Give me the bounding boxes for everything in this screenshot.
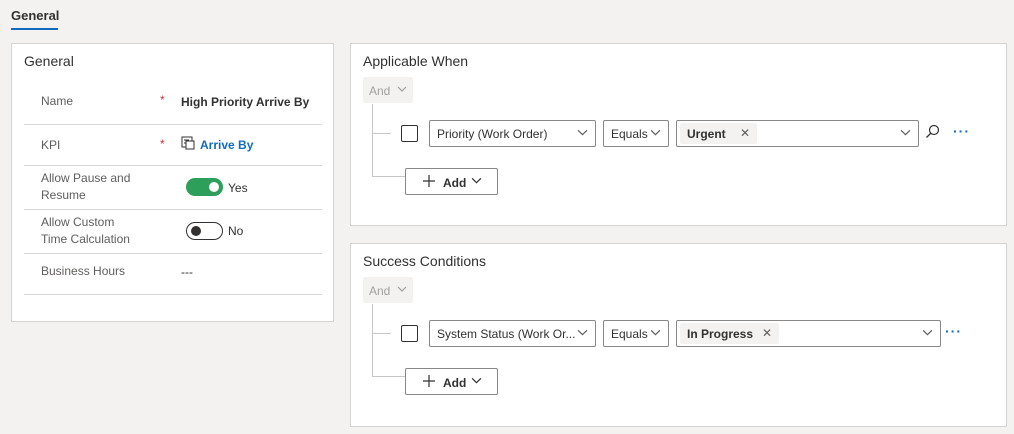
more-options-icon[interactable]: ··· — [945, 323, 962, 339]
chevron-down-icon — [650, 127, 661, 141]
field-select[interactable]: Priority (Work Order) — [429, 120, 596, 147]
tree-connector — [372, 133, 391, 134]
field-row-name: Name * High Priority Arrive By — [24, 80, 322, 125]
tree-connector — [372, 376, 405, 377]
plus-icon — [422, 374, 436, 391]
chevron-down-icon[interactable] — [900, 127, 911, 141]
tree-connector — [372, 304, 373, 376]
chevron-down-icon — [650, 327, 661, 341]
success-conditions-panel: Success Conditions And System Status (Wo… — [350, 243, 1007, 427]
field-select[interactable]: System Status (Work Or... — [429, 320, 596, 347]
business-hours-label: Business Hours — [41, 264, 126, 278]
allow-pause-label: Allow Pause and Resume — [41, 171, 131, 202]
name-label: Name — [41, 94, 74, 108]
applicable-when-title: Applicable When — [363, 53, 469, 69]
field-select-value: Priority (Work Order) — [437, 127, 548, 141]
search-icon[interactable] — [925, 124, 940, 144]
add-button-label: Add — [443, 176, 467, 190]
value-chip: In Progress ✕ — [680, 323, 779, 344]
allow-pause-toggle[interactable] — [186, 178, 223, 196]
plus-icon — [422, 174, 436, 191]
operator-select[interactable]: Equals — [603, 320, 669, 347]
and-operator-label: And — [369, 284, 391, 298]
close-icon[interactable]: ✕ — [740, 126, 750, 140]
tab-general-underline — [11, 28, 58, 30]
applicable-when-panel: Applicable When And Priority (Work Order… — [350, 43, 1007, 226]
field-row-business-hours: Business Hours --- — [24, 254, 322, 295]
field-row-allow-pause: Allow Pause and Resume Yes — [24, 166, 322, 210]
value-lookup[interactable]: In Progress ✕ — [676, 320, 941, 347]
name-required-marker: * — [160, 93, 165, 107]
allow-custom-time-value: No — [228, 224, 244, 238]
close-icon[interactable]: ✕ — [762, 326, 772, 340]
business-hours-value[interactable]: --- — [181, 265, 193, 279]
kpi-label: KPI — [41, 138, 61, 152]
operator-select-value: Equals — [611, 127, 648, 141]
general-panel-title: General — [24, 53, 74, 69]
value-chip-label: Urgent — [687, 127, 726, 141]
chevron-down-icon — [471, 175, 482, 189]
general-panel: General Name * High Priority Arrive By K… — [11, 43, 334, 322]
kpi-link[interactable]: Arrive By — [200, 138, 253, 152]
applicable-and-operator[interactable]: And — [363, 77, 413, 103]
chevron-down-icon — [397, 283, 407, 297]
add-button-label: Add — [443, 376, 467, 390]
and-operator-label: And — [369, 84, 391, 98]
more-options-icon[interactable]: ··· — [953, 123, 970, 139]
chevron-down-icon — [397, 83, 407, 97]
chevron-down-icon — [577, 127, 588, 141]
tab-bar: General — [0, 0, 1014, 36]
field-select-value: System Status (Work Or... — [437, 327, 576, 341]
allow-pause-value: Yes — [228, 181, 248, 195]
tree-connector — [372, 176, 405, 177]
success-add-button[interactable]: Add — [405, 368, 498, 395]
chevron-down-icon — [471, 375, 482, 389]
chevron-down-icon[interactable] — [922, 327, 933, 341]
success-and-operator[interactable]: And — [363, 277, 413, 303]
name-value[interactable]: High Priority Arrive By — [181, 95, 309, 109]
toggle-knob — [191, 226, 201, 236]
field-row-allow-custom-time: Allow Custom Time Calculation No — [24, 210, 322, 254]
toggle-knob — [209, 182, 219, 192]
field-row-kpi: KPI * Arrive By — [24, 125, 322, 166]
kpi-icon — [181, 136, 195, 153]
operator-select[interactable]: Equals — [603, 120, 669, 147]
condition-checkbox[interactable] — [401, 125, 418, 142]
value-lookup[interactable]: Urgent ✕ — [676, 120, 919, 147]
allow-custom-time-toggle[interactable] — [186, 222, 223, 240]
allow-custom-time-label: Allow Custom Time Calculation — [41, 215, 130, 246]
tree-connector — [372, 104, 373, 176]
success-conditions-title: Success Conditions — [363, 253, 486, 269]
value-chip: Urgent ✕ — [680, 123, 757, 144]
chevron-down-icon — [577, 327, 588, 341]
kpi-required-marker: * — [160, 137, 165, 151]
tab-general[interactable]: General — [11, 8, 59, 23]
operator-select-value: Equals — [611, 327, 648, 341]
value-chip-label: In Progress — [687, 327, 754, 341]
applicable-add-button[interactable]: Add — [405, 168, 498, 195]
condition-checkbox[interactable] — [401, 325, 418, 342]
tree-connector — [372, 333, 391, 334]
